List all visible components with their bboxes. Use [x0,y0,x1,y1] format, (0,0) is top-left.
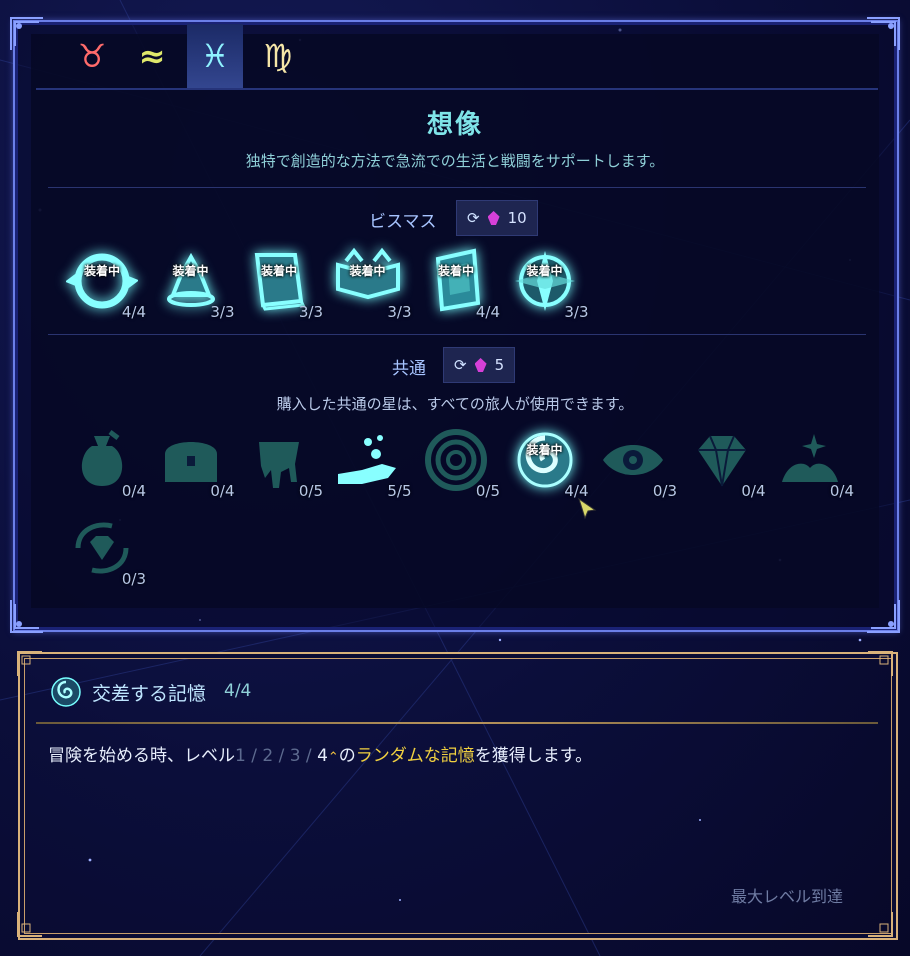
tab-aquarius[interactable]: ≈ [124,24,180,88]
constellation-star[interactable]: 0/4 [774,424,854,500]
constellation-star[interactable]: 0/5 [243,424,323,500]
constellation-star[interactable]: 装着中 4/4 [509,424,589,500]
corner-ornament-icon [17,912,42,937]
taurus-icon: ♉ [77,37,107,75]
corner-ornament-icon [10,600,43,633]
equipped-badge: 装着中 [83,264,120,278]
common-description: 購入した共通の星は、すべての旅人が使用できます。 [276,395,634,413]
constellation-star[interactable]: 0/5 [420,424,500,500]
constellation-star[interactable]: 装着中 4/4 [420,245,500,321]
star-level: 0/4 [741,482,766,500]
star-level: 0/4 [210,482,235,500]
constellation-star[interactable]: 装着中 3/3 [509,245,589,321]
refresh-icon: ⟳ [454,356,467,374]
star-level: 0/3 [652,482,677,500]
desc-text: 冒険を始める時、レベル [48,746,235,766]
constellation-star[interactable]: 装着中 3/3 [332,245,412,321]
constellation-star[interactable]: 0/3 [597,424,677,500]
constellation-star[interactable]: 装着中 4/4 [66,245,146,321]
constellation-star[interactable]: 0/4 [66,424,146,500]
star-level: 0/4 [121,482,146,500]
corner-ornament-icon [868,912,893,937]
detail-title: 交差する記憶 [92,683,207,705]
star-level: 0/4 [829,482,854,500]
star-level: 0/3 [121,570,146,588]
desc-current-level: 4 [317,746,328,766]
constellation-star[interactable]: 装着中 3/3 [155,245,235,321]
equipped-badge: 装着中 [172,264,209,278]
desc-levels: 1 / 2 / 3 / [235,746,312,766]
divider [48,334,866,335]
pisces-icon: ♓ [200,37,230,75]
star-level: 3/3 [564,303,589,321]
star-level: 4/4 [121,303,146,321]
desc-text: の [338,746,356,766]
star-level: 3/3 [387,303,412,321]
equipped-badge: 装着中 [260,264,297,278]
spiral-orb-icon [51,677,81,707]
gem-icon [487,211,500,225]
star-level: 0/5 [298,482,323,500]
reroll-button-exclusive[interactable]: ⟳ 10 [456,200,538,236]
corner-ornament-icon [10,17,43,50]
detail-description: 冒険を始める時、レベル1 / 2 / 3 / 4⌃のランダムな記憶を獲得します。 [48,741,592,766]
constellation-star[interactable]: 0/4 [155,424,235,500]
section-label-exclusive: ビスマス [369,212,437,232]
level-up-icon: ⌃ [327,750,339,765]
star-level: 3/3 [210,303,235,321]
desc-highlight: ランダムな記憶 [355,746,475,766]
desc-text: を獲得します。 [474,746,593,766]
refresh-icon: ⟳ [467,209,480,227]
equipped-badge: 装着中 [349,264,386,278]
star-level: 5/5 [387,482,412,500]
tab-underline [36,88,878,90]
corner-ornament-icon [868,651,893,676]
equipped-badge: 装着中 [526,443,563,457]
aquarius-icon: ≈ [138,37,166,75]
gem-icon [474,358,487,372]
constellation-star[interactable]: 装着中 3/3 [243,245,323,321]
page-title: 想像 [426,110,483,140]
zodiac-tabs: ♉ ≈ ♓ ♍ [54,24,294,88]
reroll-cost: 10 [507,209,527,227]
virgo-icon: ♍ [263,37,293,75]
divider [48,187,866,188]
max-level-status: 最大レベル到達 [731,887,844,906]
tab-pisces[interactable]: ♓ [187,24,243,88]
constellation-star[interactable]: 0/3 [66,512,146,588]
equipped-badge: 装着中 [526,264,563,278]
tab-virgo[interactable]: ♍ [250,24,306,88]
corner-ornament-icon [867,600,900,633]
constellation-star[interactable]: 5/5 [332,424,412,500]
star-level: 0/5 [475,482,500,500]
equipped-badge: 装着中 [437,264,474,278]
star-level: 3/3 [298,303,323,321]
reroll-cost: 5 [494,356,505,374]
section-label-common: 共通 [392,359,426,379]
corner-ornament-icon [17,651,42,676]
cursor-icon [578,498,597,520]
star-level: 4/4 [475,303,500,321]
detail-level: 4/4 [224,681,252,701]
constellation-star[interactable]: 0/4 [686,424,766,500]
detail-divider [36,722,878,724]
tab-taurus[interactable]: ♉ [64,24,120,88]
reroll-button-common[interactable]: ⟳ 5 [443,347,516,383]
corner-ornament-icon [867,17,900,50]
page-subtitle: 独特で創造的な方法で急流での生活と戦闘をサポートします。 [245,152,665,170]
